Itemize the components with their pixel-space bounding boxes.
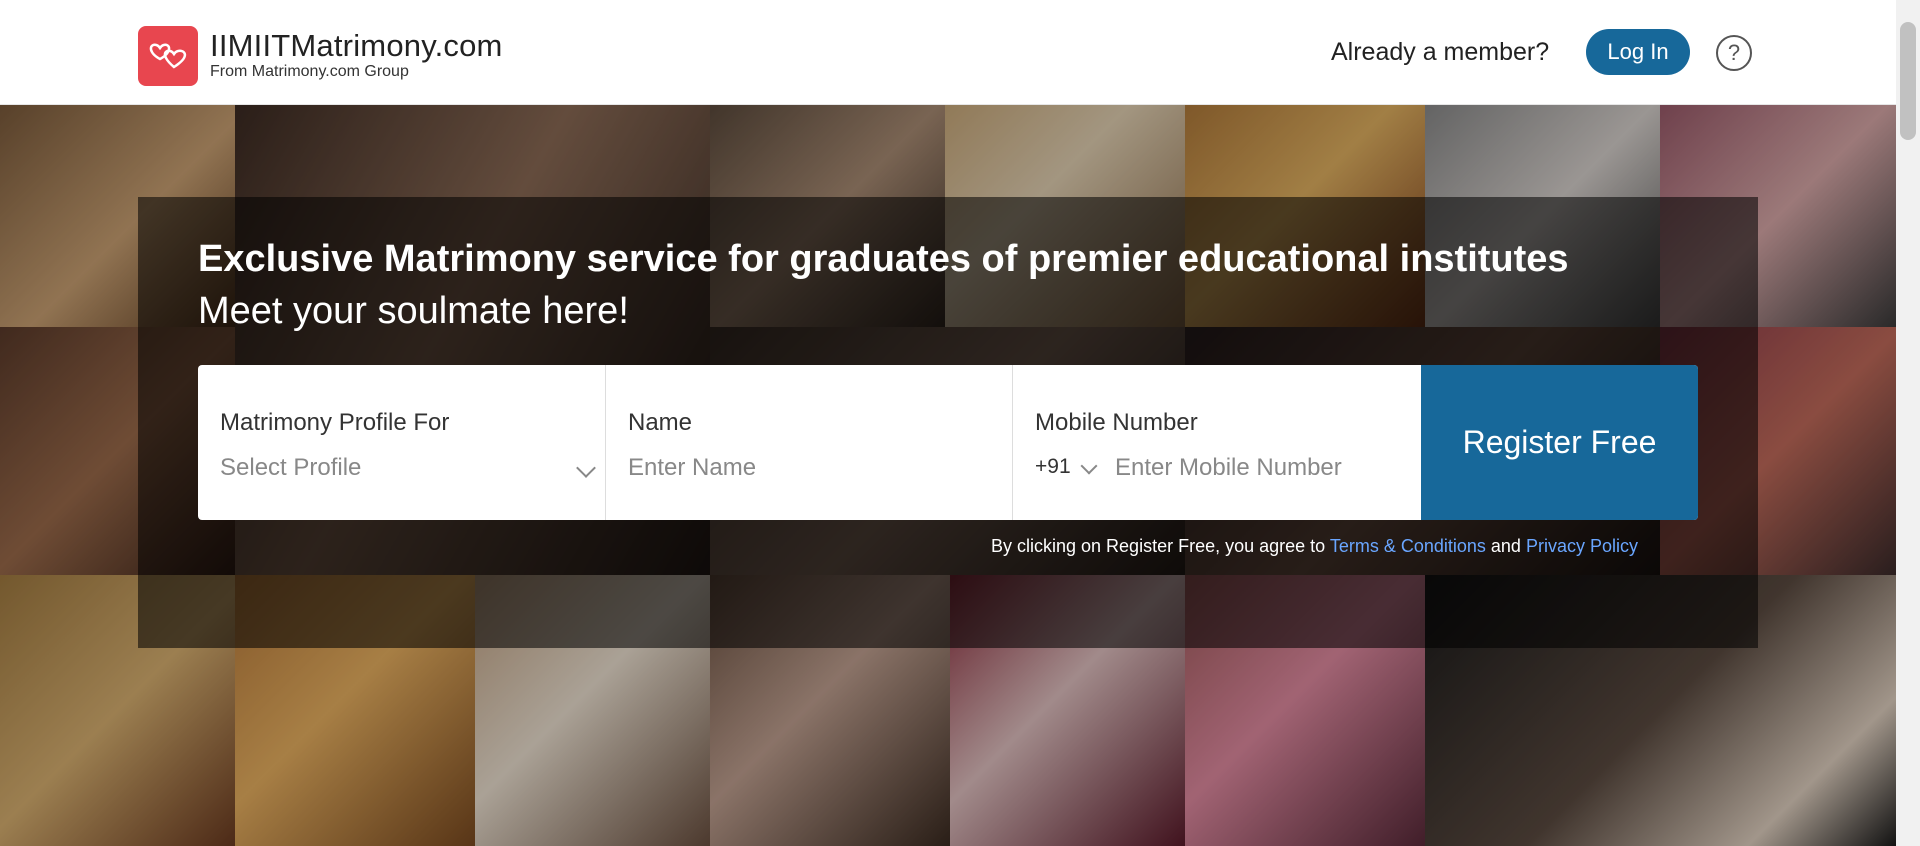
registration-form: Matrimony Profile For Select Profile Nam… — [198, 365, 1698, 520]
mobile-input[interactable]: Enter Mobile Number — [1115, 454, 1342, 482]
profile-label: Matrimony Profile For — [220, 409, 450, 436]
hearts-logo-icon[interactable] — [138, 26, 198, 86]
site-header: IIMIITMatrimony.com From Matrimony.com G… — [0, 0, 1896, 105]
terms-and: and — [1485, 536, 1526, 556]
page-scrollbar[interactable] — [1896, 0, 1920, 846]
already-member-text: Already a member? — [1331, 38, 1550, 66]
profile-select-value[interactable]: Select Profile — [220, 454, 361, 482]
terms-conditions-link[interactable]: Terms & Conditions — [1330, 536, 1486, 556]
name-label: Name — [628, 409, 693, 436]
login-button[interactable]: Log In — [1586, 29, 1690, 75]
brand-subtitle: From Matrimony.com Group — [210, 63, 409, 80]
chevron-down-icon[interactable] — [576, 458, 596, 478]
hero-headline: Exclusive Matrimony service for graduate… — [198, 238, 1569, 280]
profile-select[interactable]: Matrimony Profile For Select Profile — [198, 365, 606, 520]
brand-name[interactable]: IIMIITMatrimony.com — [210, 28, 503, 64]
mobile-field[interactable]: Mobile Number +91 Enter Mobile Number — [1013, 365, 1421, 520]
name-field[interactable]: Name Enter Name — [606, 365, 1013, 520]
name-input[interactable]: Enter Name — [628, 454, 756, 482]
terms-notice: By clicking on Register Free, you agree … — [991, 536, 1638, 557]
register-free-button[interactable]: Register Free — [1421, 365, 1698, 520]
hero-subline: Meet your soulmate here! — [198, 290, 629, 332]
privacy-policy-link[interactable]: Privacy Policy — [1526, 536, 1638, 556]
chevron-down-icon[interactable] — [1080, 457, 1098, 475]
terms-prefix: By clicking on Register Free, you agree … — [991, 536, 1330, 556]
country-code-select[interactable]: +91 — [1035, 455, 1071, 479]
mobile-label: Mobile Number — [1035, 409, 1198, 436]
help-circle-icon[interactable]: ? — [1716, 35, 1752, 71]
scrollbar-thumb[interactable] — [1900, 22, 1916, 140]
